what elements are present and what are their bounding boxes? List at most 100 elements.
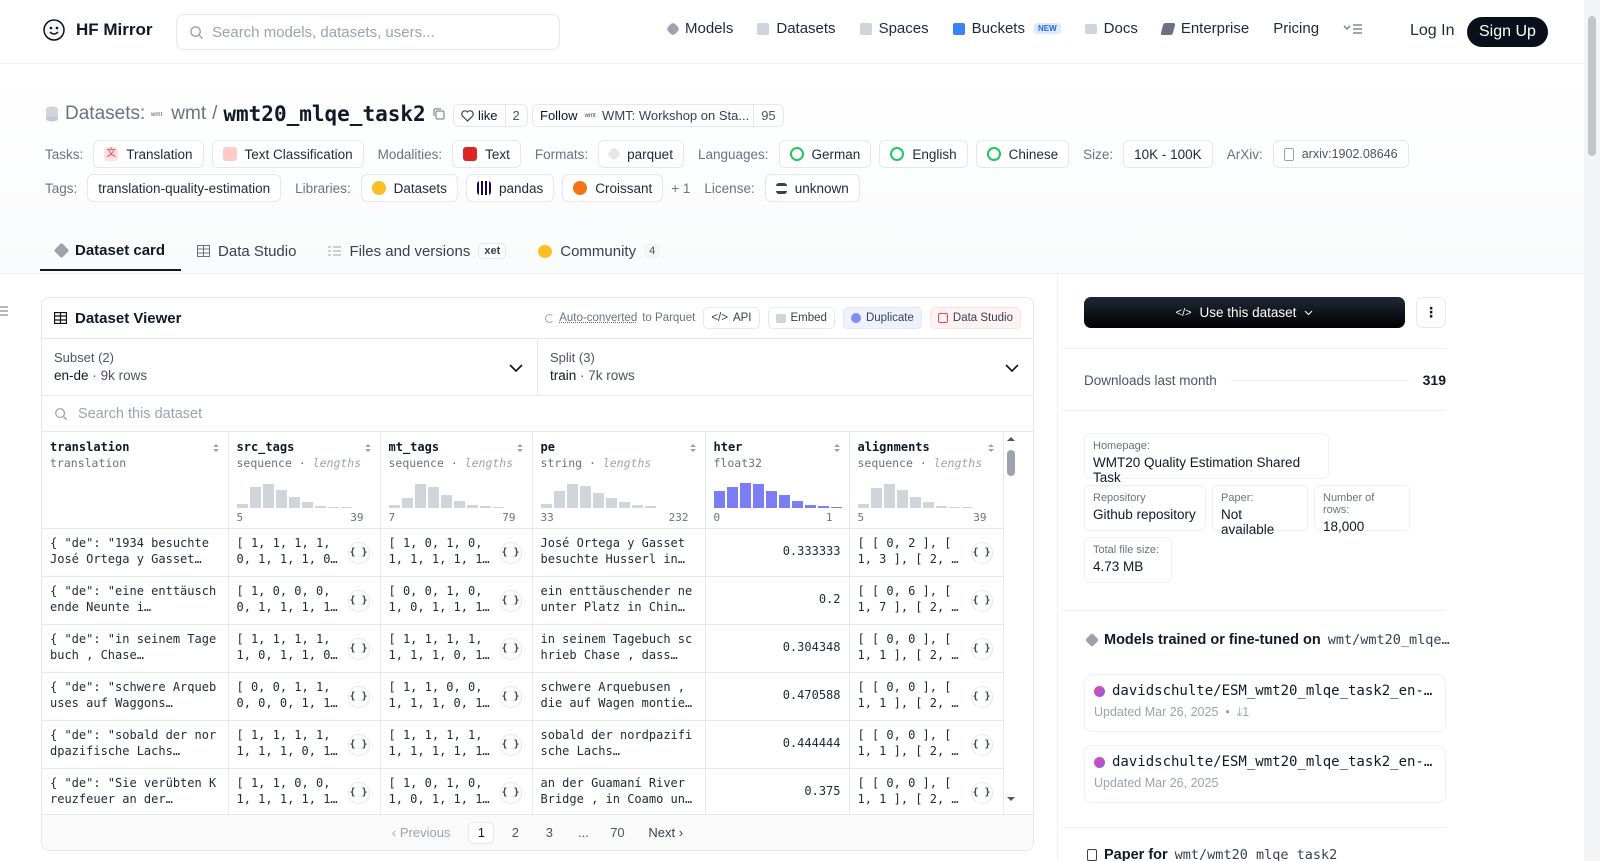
- brand-logo[interactable]: HF Mirror: [42, 18, 153, 42]
- follow-org-button[interactable]: Follow ʷᵐᵗ WMT: Workshop on Sta... 95: [532, 104, 784, 127]
- histogram-bar[interactable]: [936, 506, 947, 508]
- page-3[interactable]: 3: [536, 822, 562, 844]
- page-scrollbar[interactable]: [1584, 0, 1600, 861]
- table-row[interactable]: { "de": "sobald der nordpazifische Lachs…: [42, 720, 1003, 768]
- use-this-dataset-button[interactable]: </> Use this dataset: [1084, 297, 1405, 328]
- table-cell[interactable]: { "de": "Sie verübten Kreuzfeuer an der…: [42, 768, 228, 816]
- library-datasets[interactable]: Datasets: [361, 174, 458, 202]
- scrollbar-thumb[interactable]: [1007, 450, 1015, 476]
- copy-icon[interactable]: [432, 107, 446, 121]
- table-cell[interactable]: [ 1, 0, 0, 0, 0, 1, 1, 1, 1…{ }: [228, 576, 380, 624]
- size-filter[interactable]: 10K - 100K: [1123, 140, 1213, 168]
- histogram-bar[interactable]: [402, 498, 413, 508]
- library-pandas[interactable]: pandas: [466, 174, 554, 202]
- histogram-src-tags[interactable]: [237, 480, 352, 508]
- expand-json-button[interactable]: { }: [500, 590, 522, 612]
- table-cell[interactable]: [ 1, 1, 1, 1, 1, 1, 1, 0, 1…{ }: [228, 720, 380, 768]
- table-cell[interactable]: sobald der nordpazifische Lachs…: [532, 720, 705, 768]
- sort-icon[interactable]: [212, 442, 220, 454]
- table-cell[interactable]: [ 1, 1, 0, 0, 1, 1, 1, 0, 1…{ }: [380, 672, 532, 720]
- more-options-button[interactable]: ⋮: [1416, 297, 1446, 328]
- histogram-bar[interactable]: [871, 488, 882, 508]
- histogram-bar[interactable]: [818, 506, 829, 508]
- histogram-bar[interactable]: [779, 495, 790, 508]
- tab-dataset-card[interactable]: Dataset card: [40, 231, 181, 271]
- nav-pricing[interactable]: Pricing: [1273, 20, 1319, 37]
- expand-json-button[interactable]: { }: [348, 686, 370, 708]
- expand-json-button[interactable]: { }: [971, 686, 993, 708]
- page-2[interactable]: 2: [502, 822, 528, 844]
- table-row[interactable]: { "de": "Sie verübten Kreuzfeuer an der……: [42, 768, 1003, 816]
- nav-more-menu[interactable]: [1343, 23, 1363, 35]
- histogram-bar[interactable]: [341, 507, 352, 508]
- next-page[interactable]: Next ›: [648, 825, 683, 840]
- histogram-bar[interactable]: [263, 484, 274, 508]
- nav-datasets[interactable]: Datasets: [757, 20, 835, 37]
- column-header-alignments[interactable]: alignments sequence · lengths 5 39: [849, 432, 1003, 528]
- expand-json-button[interactable]: { }: [500, 542, 522, 564]
- nav-models[interactable]: Models: [668, 20, 733, 37]
- auto-converted-note[interactable]: Auto-converted to Parquet: [545, 312, 695, 324]
- histogram-bar[interactable]: [389, 505, 400, 508]
- histogram-bar[interactable]: [237, 504, 248, 508]
- modality-text[interactable]: Text: [452, 140, 521, 168]
- histogram-bar[interactable]: [567, 484, 578, 508]
- task-translation[interactable]: 文 Translation: [93, 140, 203, 168]
- expand-json-button[interactable]: { }: [500, 782, 522, 804]
- task-text-classification[interactable]: Text Classification: [212, 140, 364, 168]
- expand-json-button[interactable]: { }: [500, 734, 522, 756]
- table-row[interactable]: { "de": "in seinem Tagebuch , Chase…[ 1,…: [42, 624, 1003, 672]
- histogram-bar[interactable]: [727, 487, 738, 508]
- expand-json-button[interactable]: { }: [971, 590, 993, 612]
- expand-json-button[interactable]: { }: [971, 542, 993, 564]
- histogram-bar[interactable]: [467, 505, 478, 508]
- like-button[interactable]: like 2: [453, 104, 528, 127]
- more-libraries[interactable]: + 1: [671, 181, 690, 196]
- histogram-pe[interactable]: [541, 480, 656, 508]
- histogram-bar[interactable]: [250, 487, 261, 508]
- table-cell[interactable]: [ [ 0, 0 ], [ 1, 1 ], [ 2, …{ }: [849, 768, 1003, 816]
- expand-json-button[interactable]: { }: [971, 782, 993, 804]
- tab-data-studio[interactable]: Data Studio: [181, 231, 312, 271]
- sort-icon[interactable]: [987, 442, 995, 454]
- table-cell[interactable]: 0.470588: [705, 672, 849, 720]
- page-70[interactable]: 70: [604, 822, 630, 844]
- previous-page[interactable]: ‹ Previous: [392, 825, 451, 840]
- table-cell[interactable]: ein enttäuschender neunter Platz in Chin…: [532, 576, 705, 624]
- split-select[interactable]: Split (3) train · 7k rows: [537, 339, 1033, 395]
- format-parquet[interactable]: parquet: [598, 140, 684, 168]
- histogram-bar[interactable]: [805, 505, 816, 508]
- table-cell[interactable]: José Ortega y Gasset besuchte Husserl in…: [532, 528, 705, 576]
- histogram-bar[interactable]: [858, 504, 869, 508]
- histogram-bar[interactable]: [645, 506, 656, 508]
- histogram-bar[interactable]: [554, 491, 565, 508]
- table-cell[interactable]: [ 0, 0, 1, 1, 0, 0, 0, 1, 1…{ }: [228, 672, 380, 720]
- table-cell[interactable]: { "de": "schwere Arquebuses auf Waggons…: [42, 672, 228, 720]
- table-scrollbar[interactable]: [1004, 432, 1018, 804]
- table-row[interactable]: { "de": "schwere Arquebuses auf Waggons……: [42, 672, 1003, 720]
- table-cell[interactable]: { "de": "in seinem Tagebuch , Chase…: [42, 624, 228, 672]
- expand-json-button[interactable]: { }: [971, 638, 993, 660]
- homepage-box[interactable]: Homepage: WMT20 Quality Estimation Share…: [1084, 433, 1329, 479]
- histogram-bar[interactable]: [480, 506, 491, 508]
- histogram-bar[interactable]: [454, 501, 465, 508]
- histogram-alignments[interactable]: [858, 480, 973, 508]
- table-row[interactable]: { "de": "eine enttäuschende Neunte i…[ 1…: [42, 576, 1003, 624]
- repository-box[interactable]: Repository Github repository: [1084, 485, 1206, 531]
- column-header-hter[interactable]: hter float32 0 1: [705, 432, 849, 528]
- histogram-bar[interactable]: [923, 502, 934, 508]
- histogram-bar[interactable]: [753, 484, 764, 508]
- histogram-bar[interactable]: [315, 506, 326, 508]
- histogram-bar[interactable]: [580, 486, 591, 508]
- table-cell[interactable]: 0.444444: [705, 720, 849, 768]
- sort-icon[interactable]: [689, 442, 697, 454]
- histogram-bar[interactable]: [276, 490, 287, 508]
- dataset-search-input[interactable]: [78, 406, 478, 422]
- table-cell[interactable]: in seinem Tagebuch schrieb Chase , dass…: [532, 624, 705, 672]
- column-header-mt-tags[interactable]: mt_tags sequence · lengths 7 79: [380, 432, 532, 528]
- table-cell[interactable]: [ [ 0, 2 ], [ 1, 3 ], [ 2, …{ }: [849, 528, 1003, 576]
- histogram-bar[interactable]: [593, 493, 604, 508]
- sort-icon[interactable]: [516, 442, 524, 454]
- expand-json-button[interactable]: { }: [348, 638, 370, 660]
- nav-spaces[interactable]: Spaces: [860, 20, 929, 37]
